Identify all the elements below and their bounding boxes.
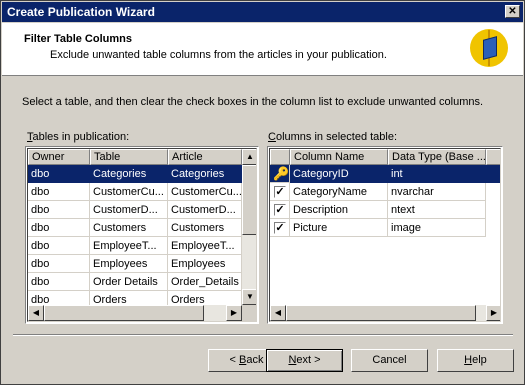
key-icon: 🔑 bbox=[273, 166, 290, 181]
title-bar: Create Publication Wizard ✕ bbox=[2, 2, 523, 22]
column-checkbox[interactable]: ✓ bbox=[274, 204, 286, 216]
cell-name: Picture bbox=[290, 219, 388, 237]
page-title: Filter Table Columns bbox=[24, 33, 132, 45]
table-row[interactable]: dbo CustomerCu... CustomerCu... bbox=[28, 183, 242, 201]
column-header-table[interactable]: Table bbox=[90, 149, 168, 165]
column-header-name[interactable]: Column Name bbox=[290, 149, 388, 165]
scroll-thumb[interactable] bbox=[44, 305, 204, 321]
close-button[interactable]: ✕ bbox=[505, 5, 520, 18]
tables-label: Tables in publication: bbox=[27, 131, 130, 143]
list-item[interactable]: ✓ CategoryName nvarchar bbox=[270, 183, 500, 201]
instruction-text: Select a table, and then clear the check… bbox=[22, 96, 484, 108]
list-item[interactable]: ✓ Picture image bbox=[270, 219, 500, 237]
columns-list[interactable]: Column Name Data Type (Base ... 🔑 Categor… bbox=[267, 146, 503, 324]
cell-article: CustomerD... bbox=[168, 201, 242, 219]
scroll-left-icon[interactable]: ◀ bbox=[28, 305, 44, 321]
page-subtitle: Exclude unwanted table columns from the … bbox=[50, 49, 387, 61]
scroll-right-icon[interactable]: ▶ bbox=[486, 305, 500, 321]
cell-type: int bbox=[388, 165, 486, 183]
tables-horizontal-scrollbar[interactable]: ◀ ▶ bbox=[28, 305, 242, 321]
cell-article: Order_Details bbox=[168, 273, 242, 291]
scroll-down-icon[interactable]: ▼ bbox=[242, 289, 256, 305]
table-row[interactable]: dbo Employees Employees bbox=[28, 255, 242, 273]
scroll-thumb[interactable] bbox=[242, 165, 256, 235]
column-header-filler bbox=[486, 149, 500, 165]
cell-table: Order Details bbox=[90, 273, 168, 291]
cancel-button[interactable]: Cancel bbox=[351, 349, 428, 372]
close-icon: ✕ bbox=[508, 6, 517, 17]
table-row[interactable]: dbo CustomerD... CustomerD... bbox=[28, 201, 242, 219]
list-item[interactable]: 🔑 CategoryID int bbox=[270, 165, 500, 183]
next-button[interactable]: Next > bbox=[266, 349, 343, 372]
table-row[interactable]: dbo Categories Categories bbox=[28, 165, 242, 183]
cell-owner: dbo bbox=[28, 255, 90, 273]
cell-table: Customers bbox=[90, 219, 168, 237]
cell-name: CategoryName bbox=[290, 183, 388, 201]
cell-check[interactable]: ✓ bbox=[270, 183, 290, 201]
column-header-type[interactable]: Data Type (Base ... bbox=[388, 149, 486, 165]
column-header-owner[interactable]: Owner bbox=[28, 149, 90, 165]
cell-article: CustomerCu... bbox=[168, 183, 242, 201]
column-checkbox[interactable]: ✓ bbox=[274, 186, 286, 198]
cell-article: Employees bbox=[168, 255, 242, 273]
cell-table: CustomerCu... bbox=[90, 183, 168, 201]
scroll-left-icon[interactable]: ◀ bbox=[270, 305, 286, 321]
cell-article: Categories bbox=[168, 165, 242, 183]
help-button[interactable]: Help bbox=[437, 349, 514, 372]
scroll-corner bbox=[242, 305, 256, 321]
cell-table: Categories bbox=[90, 165, 168, 183]
cell-check[interactable]: ✓ bbox=[270, 219, 290, 237]
cell-check[interactable]: ✓ bbox=[270, 201, 290, 219]
cell-owner: dbo bbox=[28, 165, 90, 183]
wizard-window: Create Publication Wizard ✕ Filter Table… bbox=[0, 0, 525, 385]
cell-type: nvarchar bbox=[388, 183, 486, 201]
tables-vertical-scrollbar[interactable]: ▲ ▼ bbox=[242, 149, 256, 305]
scroll-right-icon[interactable]: ▶ bbox=[226, 305, 242, 321]
cell-name: CategoryID bbox=[290, 165, 388, 183]
scroll-up-icon[interactable]: ▲ bbox=[242, 149, 256, 165]
columns-horizontal-scrollbar[interactable]: ◀ ▶ bbox=[270, 305, 500, 321]
footer-divider bbox=[13, 334, 513, 336]
column-header-article[interactable]: Article bbox=[168, 149, 242, 165]
cell-owner: dbo bbox=[28, 237, 90, 255]
cell-type: image bbox=[388, 219, 486, 237]
cell-article: EmployeeT... bbox=[168, 237, 242, 255]
cell-owner: dbo bbox=[28, 201, 90, 219]
table-row[interactable]: dbo Customers Customers bbox=[28, 219, 242, 237]
column-checkbox[interactable]: ✓ bbox=[274, 222, 286, 234]
cell-name: Description bbox=[290, 201, 388, 219]
cell-owner: dbo bbox=[28, 273, 90, 291]
table-row[interactable]: dbo EmployeeT... EmployeeT... bbox=[28, 237, 242, 255]
table-row[interactable]: dbo Order Details Order_Details bbox=[28, 273, 242, 291]
cell-table: CustomerD... bbox=[90, 201, 168, 219]
cell-owner: dbo bbox=[28, 219, 90, 237]
window-title: Create Publication Wizard bbox=[7, 5, 155, 19]
list-item[interactable]: ✓ Description ntext bbox=[270, 201, 500, 219]
cell-owner: dbo bbox=[28, 183, 90, 201]
cell-table: Employees bbox=[90, 255, 168, 273]
cell-type: ntext bbox=[388, 201, 486, 219]
publication-book-icon bbox=[470, 29, 508, 67]
columns-label: Columns in selected table: bbox=[268, 131, 398, 143]
scroll-thumb[interactable] bbox=[286, 305, 476, 321]
cell-check[interactable]: 🔑 bbox=[270, 165, 290, 183]
column-header-check[interactable] bbox=[270, 149, 290, 165]
tables-list[interactable]: Owner Table Article dbo Categories Categor… bbox=[25, 146, 259, 324]
wizard-header: Filter Table Columns Exclude unwanted ta… bbox=[2, 23, 523, 76]
cell-article: Customers bbox=[168, 219, 242, 237]
cell-table: EmployeeT... bbox=[90, 237, 168, 255]
